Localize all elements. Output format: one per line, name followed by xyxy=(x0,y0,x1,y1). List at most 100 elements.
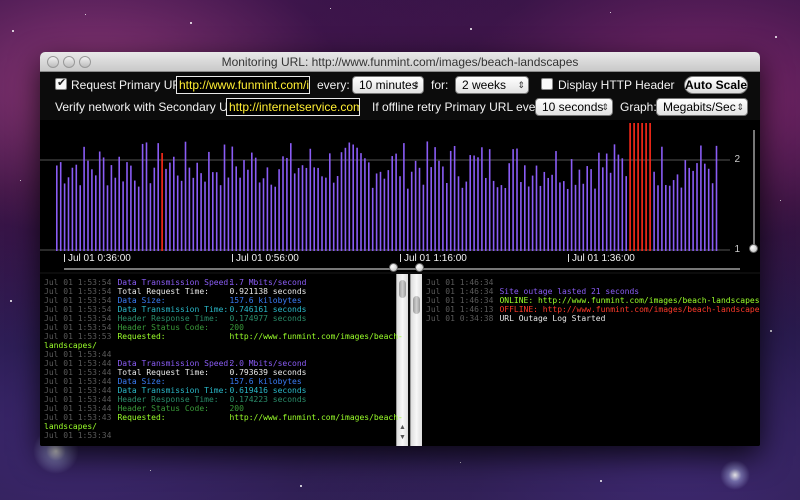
zoom-button[interactable] xyxy=(79,56,91,68)
bandwidth-bar xyxy=(309,148,312,251)
log-value: 0.619416 seconds xyxy=(229,386,307,395)
bandwidth-bar xyxy=(418,167,421,251)
log-timestamp: Jul 01 1:53:43 xyxy=(44,413,112,422)
bandwidth-bar xyxy=(204,181,206,251)
scrollbar-thumb[interactable] xyxy=(399,280,406,298)
bandwidth-bar xyxy=(340,152,343,251)
bandwidth-bar xyxy=(110,165,113,251)
bandwidth-bar xyxy=(527,186,530,251)
outage-bar xyxy=(641,123,643,251)
request-log-pane[interactable]: ▲ ▼ Jul 01 1:53:54 Data Transmission Spee… xyxy=(40,274,408,446)
outage-log-pane[interactable]: Jul 01 1:46:34 Jul 01 1:46:34 Site outage … xyxy=(410,274,760,446)
bandwidth-bar xyxy=(274,186,276,251)
bandwidth-bar xyxy=(215,172,218,251)
star xyxy=(600,480,602,482)
bandwidth-bar xyxy=(563,181,565,251)
retry-select[interactable]: 10 seconds ⇕ xyxy=(535,98,613,116)
bandwidth-graph[interactable]: 2 1 Jul 01 0:36:00 Jul 01 0:56:00 Jul 01… xyxy=(40,120,760,272)
bandwidth-bar xyxy=(672,180,675,251)
bandwidth-bar xyxy=(332,182,335,251)
secondary-url-field[interactable]: http://internetservice.com xyxy=(226,98,360,116)
bandwidth-bar xyxy=(395,153,397,251)
primary-url-field[interactable]: http://www.funmint.com/images/beach-land… xyxy=(176,76,310,94)
title-bar[interactable]: Monitoring URL: http://www.funmint.com/i… xyxy=(40,52,760,72)
bandwidth-bar xyxy=(665,185,667,251)
scrollbar-thumb[interactable] xyxy=(413,296,420,314)
graph-units-select-value: Megabits/Sec xyxy=(663,100,736,114)
star-flare xyxy=(720,460,750,490)
controls-panel: ✔ Request Primary URL: http://www.funmin… xyxy=(40,72,760,120)
bandwidth-bar xyxy=(403,143,405,251)
bandwidth-bar xyxy=(200,173,202,251)
bandwidth-bar xyxy=(582,183,585,251)
bandwidth-bar xyxy=(98,151,101,251)
star xyxy=(10,300,12,302)
bandwidth-bar xyxy=(594,188,596,251)
graph-bars xyxy=(40,123,730,251)
bandwidth-bar xyxy=(609,172,612,251)
log-value: 0.793639 seconds xyxy=(229,368,307,377)
bandwidth-bar xyxy=(586,166,588,251)
scroll-up-arrow-icon[interactable]: ▲ xyxy=(399,424,406,431)
star xyxy=(470,28,472,30)
request-primary-checkbox[interactable]: ✔ xyxy=(55,77,67,90)
y-label-2: 2 xyxy=(734,154,740,165)
bandwidth-bar xyxy=(227,177,230,251)
auto-scale-button[interactable]: Auto Scale xyxy=(684,76,748,94)
log-value: 157.6 kilobytes xyxy=(229,296,302,305)
bandwidth-bar xyxy=(192,177,195,251)
scale-slider-knob[interactable] xyxy=(749,244,758,253)
duration-select[interactable]: 2 weeks ⇕ xyxy=(455,76,529,94)
bandwidth-bar xyxy=(368,162,370,251)
bandwidth-bar xyxy=(407,188,409,251)
bandwidth-bar xyxy=(161,153,163,251)
log-timestamp: Jul 01 1:53:54 xyxy=(44,278,112,287)
outage-bar xyxy=(629,123,631,251)
updown-arrow-icon: ⇕ xyxy=(736,102,744,112)
time-scroll-knob-end[interactable] xyxy=(415,263,424,272)
bandwidth-bar xyxy=(305,167,308,251)
display-http-header-checkbox[interactable] xyxy=(541,78,553,90)
log-message: OFFLINE: http://www.funmint.com/images/b… xyxy=(499,305,760,314)
log-timestamp: Jul 01 1:46:34 xyxy=(426,278,494,287)
bandwidth-bar xyxy=(208,151,210,251)
bandwidth-bar xyxy=(715,145,718,251)
star xyxy=(12,30,14,32)
for-label: for: xyxy=(431,78,449,92)
bandwidth-bar xyxy=(704,163,706,251)
bandwidth-bar xyxy=(602,167,604,251)
bandwidth-bar xyxy=(235,166,237,251)
time-scroll-knob-start[interactable] xyxy=(389,263,398,272)
time-scroll-track[interactable] xyxy=(64,268,740,270)
checkmark-icon: ✔ xyxy=(57,77,67,89)
duration-select-value: 2 weeks xyxy=(462,78,507,92)
minimize-button[interactable] xyxy=(63,56,75,68)
bandwidth-bar xyxy=(329,153,331,251)
bandwidth-bar xyxy=(79,185,81,251)
bandwidth-bar xyxy=(707,168,710,251)
log-value: 157.6 kilobytes xyxy=(229,377,302,386)
graph-units-select[interactable]: Megabits/Sec ⇕ xyxy=(656,98,748,116)
log-value: 0.921138 seconds xyxy=(229,287,307,296)
bandwidth-bar xyxy=(87,160,89,251)
interval-select[interactable]: 10 minutes ⇕ xyxy=(352,76,424,94)
bandwidth-bar xyxy=(446,182,448,251)
time-label-4: Jul 01 1:36:00 xyxy=(572,253,635,264)
scale-slider-track[interactable] xyxy=(753,130,755,250)
scroll-down-arrow-icon[interactable]: ▼ xyxy=(399,434,406,441)
outage-log-scrollbar[interactable] xyxy=(410,274,422,446)
log-value: 200 xyxy=(229,404,244,413)
log-line: Jul 01 0:34:38 URL Outage Log Started xyxy=(426,314,605,324)
log-message: Site outage lasted 21 seconds xyxy=(499,287,640,296)
log-value: http://www.funmint.com/images/beach- xyxy=(229,413,403,422)
bandwidth-bar xyxy=(512,149,514,251)
bandwidth-bar xyxy=(176,175,179,251)
bandwidth-bar xyxy=(247,169,249,251)
bandwidth-bar xyxy=(453,145,456,251)
time-tick xyxy=(400,254,401,262)
bandwidth-bar xyxy=(430,167,432,251)
log-label: landscapes/ xyxy=(44,341,97,350)
close-button[interactable] xyxy=(47,56,59,68)
time-label-2: Jul 01 0:56:00 xyxy=(236,253,299,264)
bandwidth-bar xyxy=(465,181,468,251)
